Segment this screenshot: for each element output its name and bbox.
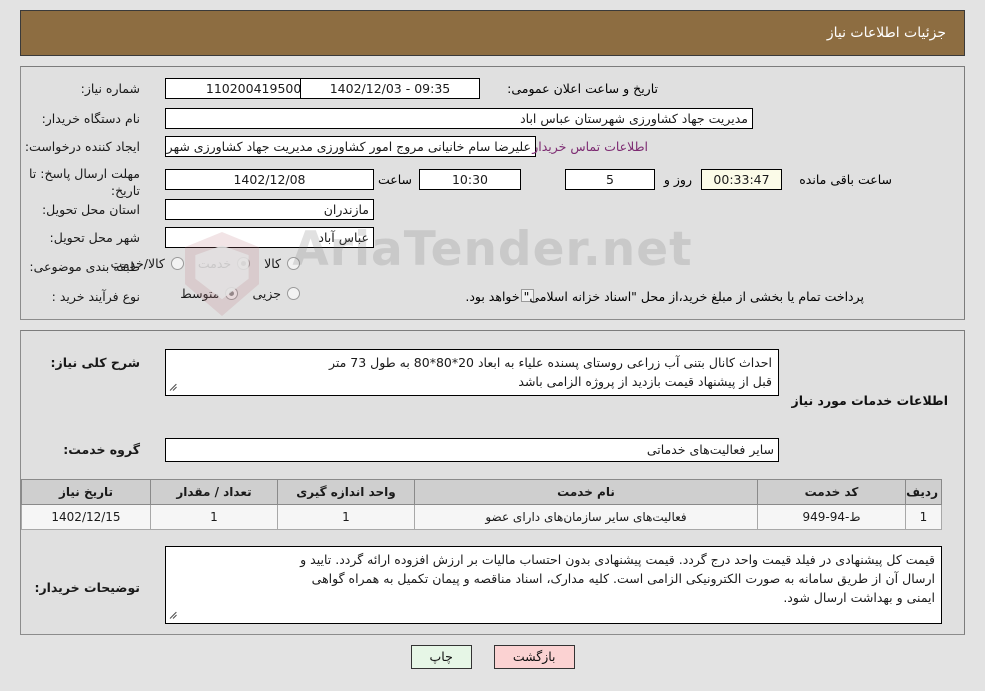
category-radio-khedmat[interactable] [237, 257, 251, 270]
deadline-remaining-label: ساعت باقی مانده [799, 172, 892, 187]
service-group-label: گروه خدمت: [63, 442, 140, 457]
deadline-label: مهلت ارسال پاسخ: تا تاریخ: [29, 166, 140, 198]
public-announce-value: 09:35 - 1402/12/03 [300, 78, 480, 99]
city-value: عباس آباد [165, 227, 374, 248]
deadline-days-label: روز و [663, 172, 692, 187]
deadline-date-value: 1402/12/08 [165, 169, 374, 190]
th-qty: تعداد / مقدار [150, 479, 278, 505]
cell-code: ط-94-949 [757, 504, 906, 530]
category-radio-kala-khedmat[interactable] [170, 257, 184, 270]
category-option-label-0: کالا [264, 256, 281, 271]
table-row: 1 ط-94-949 فعالیت‌های سایر سازمان‌های دا… [21, 504, 942, 530]
cell-name: فعالیت‌های سایر سازمان‌های دارای عضو [414, 504, 758, 530]
page-title: جزئیات اطلاعات نیاز [826, 25, 946, 41]
service-group-value: سایر فعالیت‌های خدماتی [165, 438, 779, 462]
process-option-label-0: جزیی [252, 286, 281, 301]
category-radio-kala[interactable] [287, 257, 300, 270]
process-radio-motevaset[interactable] [225, 287, 239, 300]
province-label: استان محل تحویل: [41, 202, 140, 217]
page-header: جزئیات اطلاعات نیاز [20, 10, 965, 56]
th-code: کد خدمت [757, 479, 906, 505]
need-summary-panel: شماره نیاز: 1102004195000004 تاریخ و ساع… [20, 66, 965, 320]
page-root: جزئیات اطلاعات نیاز شماره نیاز: 11020041… [0, 0, 985, 691]
action-button-bar: بازگشت چاپ [0, 645, 985, 669]
deadline-days-value: 5 [565, 169, 655, 190]
general-description-textarea[interactable]: احداث کانال بتنی آب زراعی روستای پسنده ع… [165, 349, 779, 396]
deadline-time-value: 10:30 [419, 169, 521, 190]
th-name: نام خدمت [414, 479, 758, 505]
process-type-radio-group: جزیی متوسط [170, 286, 304, 301]
deadline-time-label: ساعت [377, 172, 412, 187]
print-button[interactable]: چاپ [410, 645, 472, 669]
services-section-heading: اطلاعات خدمات مورد نیاز [791, 393, 949, 408]
cell-quantity: 1 [150, 504, 278, 530]
th-unit: واحد اندازه گیری [277, 479, 415, 505]
buyer-org-value: مدیریت جهاد کشاورزی شهرستان عباس اباد [165, 108, 753, 129]
creator-value: علیرضا سام خانیانی مروج امور کشاورزی مدی… [165, 136, 536, 157]
city-label: شهر محل تحویل: [49, 230, 140, 245]
public-announce-label: تاریخ و ساعت اعلان عمومی: [507, 81, 658, 96]
province-value: مازندران [165, 199, 374, 220]
need-details-panel: شرح کلی نیاز: احداث کانال بتنی آب زراعی … [20, 330, 965, 635]
cell-unit: 1 [277, 504, 415, 530]
buyer-notes-line-2: ارسال آن از طریق سامانه به صورت الکترونی… [311, 571, 935, 586]
buyer-org-label: نام دستگاه خریدار: [41, 111, 140, 126]
general-description-label: شرح کلی نیاز: [50, 355, 140, 370]
buyer-notes-label: توضیحات خریدار: [34, 580, 140, 595]
need-number-label: شماره نیاز: [80, 81, 140, 96]
process-radio-jozii[interactable] [287, 287, 300, 300]
buyer-notes-line-1: قیمت کل پیشنهادی در فیلد قیمت واحد درج گ… [300, 552, 935, 567]
buyer-contact-link[interactable]: اطلاعات تماس خریدار [532, 139, 648, 154]
th-date: تاریخ نیاز [21, 479, 151, 505]
cell-need-date: 1402/12/15 [21, 504, 151, 530]
buyer-notes-line-3: ایمنی و بهداشت ارسال شود. [783, 590, 935, 605]
process-type-label: نوع فرآیند خرید : [51, 289, 140, 304]
cell-index: 1 [905, 504, 942, 530]
category-option-label-1: خدمت [197, 256, 232, 271]
general-description-line-1: احداث کانال بتنی آب زراعی روستای پسنده ع… [328, 355, 772, 370]
process-option-label-1: متوسط [180, 286, 220, 301]
resize-grip-icon [168, 610, 180, 622]
back-button[interactable]: بازگشت [493, 645, 575, 669]
services-table: ردیف کد خدمت نام خدمت واحد اندازه گیری ت… [21, 479, 942, 530]
deadline-countdown-value: 00:33:47 [701, 169, 782, 190]
general-description-line-2: قبل از پیشنهاد قیمت بازدید از پروژه الزا… [518, 374, 772, 389]
category-option-label-2: کالا/خدمت [110, 256, 165, 271]
treasury-note-text: پرداخت تمام یا بخشی از مبلغ خرید،از محل … [465, 289, 864, 304]
th-index: ردیف [905, 479, 942, 505]
table-header-row: ردیف کد خدمت نام خدمت واحد اندازه گیری ت… [21, 479, 942, 505]
creator-label: ایجاد کننده درخواست: [24, 139, 140, 154]
category-radio-group: کالا خدمت کالا/خدمت [100, 256, 304, 271]
buyer-notes-textarea[interactable]: قیمت کل پیشنهادی در فیلد قیمت واحد درج گ… [165, 546, 942, 624]
